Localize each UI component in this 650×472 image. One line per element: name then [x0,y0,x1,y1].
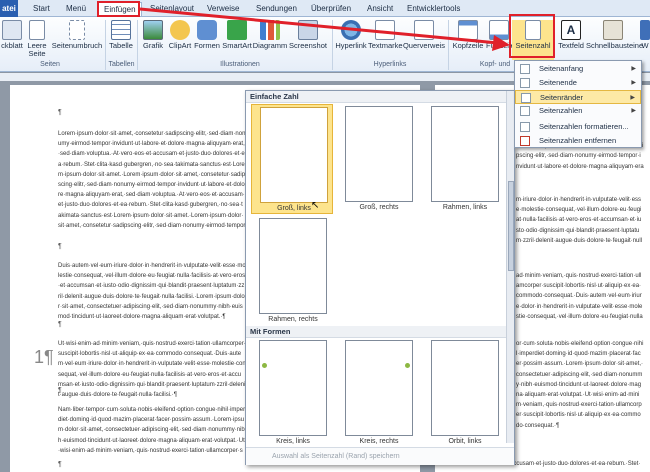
menu-item-label: Seitenanfang [539,64,584,73]
circle-shape-icon [405,363,410,368]
thumb-caption: Rahmen, rechts [268,316,318,323]
menu-item-bottom-of-page[interactable]: Seitenende ▶ [515,76,641,90]
paragraph-mark: ¶ [58,321,62,328]
menu-item-page-numbers[interactable]: Seitenzahlen ▶ [515,104,641,118]
gallery-scrollbar-thumb[interactable] [508,181,514,271]
thumb-caption: Groß, links [277,205,311,212]
menu-item-top-of-page[interactable]: Seitenanfang ▶ [515,62,641,76]
menu-item-format-page-numbers[interactable]: Seitenzahlen formatieren... [515,120,641,134]
gallery-section-simple-number: Einfache Zahl [246,91,508,103]
page-margin-icon [521,93,531,103]
thumb-caption: Rahmen, links [442,204,488,211]
page-bottom-icon [520,78,530,88]
menu-item-label: Seitenzahlen entfernen [539,136,617,145]
thumb-page-preview [431,106,499,202]
page-numbers-icon [520,106,530,116]
document-paragraph-4[interactable]: Nam·liber·tempor·cum·soluta·nobis·eleife… [58,405,246,457]
menu-item-remove-page-numbers[interactable]: Seitenzahlen entfernen [515,134,641,148]
thumb-caption: Kreis, links [276,438,310,445]
gallery-scrollbar[interactable] [506,91,514,443]
gallery-thumb-circle-left[interactable]: Kreis, links [251,338,333,448]
submenu-arrow-icon: ▶ [630,95,635,101]
gallery-thumb-frame-right[interactable]: Rahmen, rechts [251,216,333,326]
circle-shape-icon [262,363,267,368]
menu-item-page-margins[interactable]: Seitenränder ▶ [515,90,641,104]
paragraph-mark: ¶ [58,243,62,250]
menu-item-label: Seitenzahlen formatieren... [539,122,629,131]
gallery-thumb-circle-right[interactable]: Kreis, rechts [337,338,419,448]
thumb-caption: Orbit, links [448,438,482,445]
document-paragraph-2[interactable]: Duis·autem·vel·eum·iriure·dolor·in·hendr… [58,261,246,323]
gallery-thumb-orbit-left[interactable]: Orbit, links [423,338,505,448]
gallery-thumb-frame-left[interactable]: Rahmen, links [423,104,505,214]
page-number-marker: 1¶ [34,347,54,367]
gallery-thumb-large-right[interactable]: Groß, rechts [337,104,419,214]
format-icon [520,122,530,132]
menu-item-label: Seitenränder [540,93,583,102]
right-paragraph-2[interactable]: m·iriure·dolor·in·hendrerit·in·vulputate… [516,195,644,247]
right-paragraph-3[interactable]: ad·minim·veniam,·quis·nostrud·exerci·tat… [516,271,644,323]
submenu-arrow-icon: ▶ [631,108,636,114]
right-paragraph-4[interactable]: or·cum·soluta·nobis·eleifend·option·cong… [516,339,644,431]
thumb-page-preview [260,107,328,203]
thumb-page-preview [345,106,413,202]
mouse-cursor-icon: ↖ [311,200,320,211]
page-number-menu: Seitenanfang ▶ Seitenende ▶ Seitenränder… [514,60,642,148]
submenu-arrow-icon: ▶ [631,80,636,86]
thumb-page-preview [259,340,327,436]
thumb-page-preview [259,218,327,314]
gallery-section-with-shapes: Mit Formen [246,326,508,338]
paragraph-mark: ¶ [58,461,62,468]
thumb-caption: Groß, rechts [359,204,399,211]
remove-icon [520,136,530,146]
menu-item-label: Seitenzahlen [539,106,583,115]
thumb-page-preview [345,340,413,436]
menu-item-label: Seitenende [539,78,577,87]
page-top-icon [520,64,530,74]
save-selection-as-page-number-item: Auswahl als Seitenzahl (Rand) speichern [246,447,514,465]
document-paragraph-1[interactable]: Lorem·ipsum·dolor·sit·amet,·consetetur·s… [58,129,246,233]
gallery-thumb-large-left[interactable]: Groß, links [251,104,333,214]
page-number-gallery: Einfache Zahl Groß, links Groß, rechts R… [245,90,515,465]
thumb-caption: Kreis, rechts [359,438,399,445]
document-paragraph-3[interactable]: Ut·wisi·enim·ad·minim·veniam,·quis·nostr… [58,339,246,401]
paragraph-mark: ¶ [58,109,62,116]
thumb-page-preview [431,340,499,436]
submenu-arrow-icon: ▶ [631,66,636,72]
paragraph-mark: ¶ [58,387,62,394]
